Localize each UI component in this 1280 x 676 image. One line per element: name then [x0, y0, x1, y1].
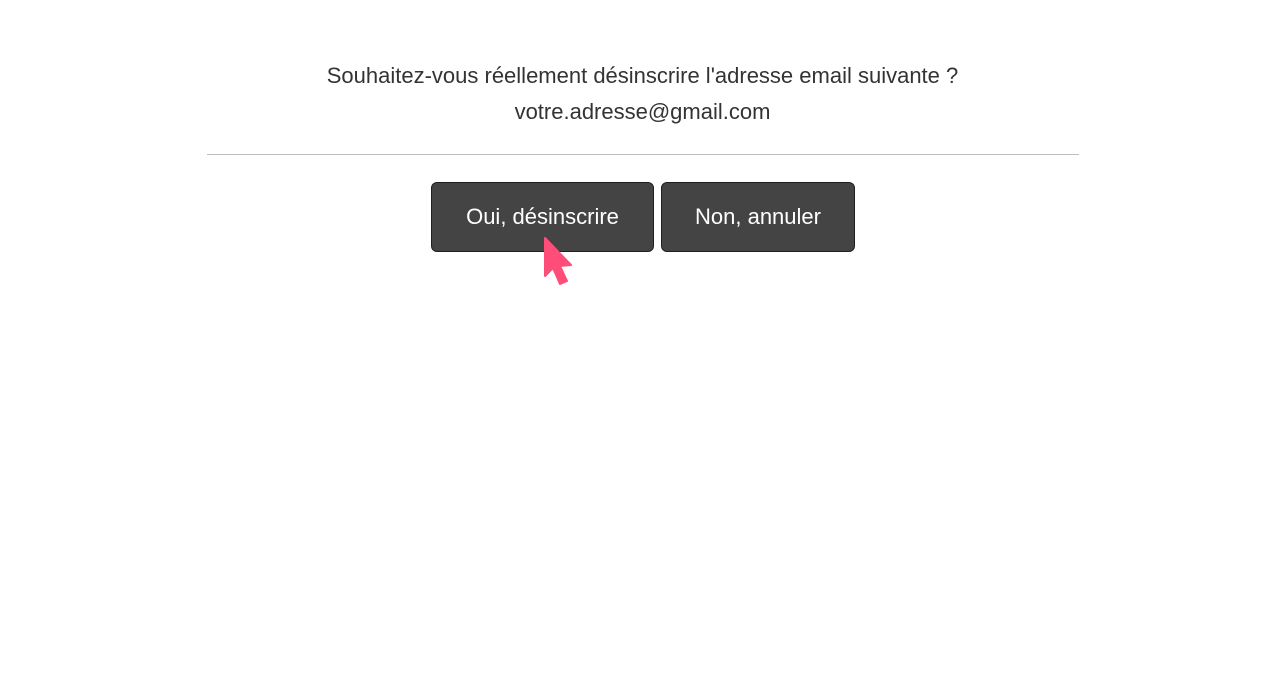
email-address: votre.adresse@gmail.com	[514, 99, 771, 124]
action-buttons: Oui, désinscrire Non, annuler	[431, 182, 855, 252]
confirm-unsubscribe-button[interactable]: Oui, désinscrire	[431, 182, 654, 252]
unsubscribe-page: Souhaitez-vous réellement désinscrire l'…	[0, 0, 1280, 676]
cancel-button[interactable]: Non, annuler	[661, 182, 855, 252]
divider	[207, 154, 1079, 155]
unsubscribe-question: Souhaitez-vous réellement désinscrire l'…	[326, 63, 959, 88]
